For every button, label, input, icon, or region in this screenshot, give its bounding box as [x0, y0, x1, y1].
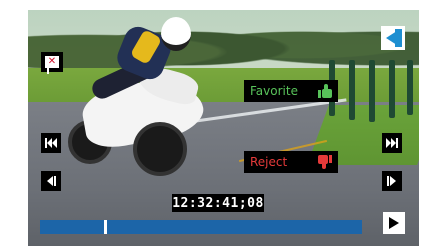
video-player: ✕ Favorite Reject 12:32:41;08 [28, 10, 419, 246]
skip-to-end-button[interactable] [382, 133, 402, 153]
timecode-display: 12:32:41;08 [172, 194, 264, 212]
play-button[interactable] [383, 212, 405, 234]
skip-to-start-button[interactable] [41, 133, 61, 153]
play-icon [389, 217, 399, 229]
rider-helmet [161, 17, 191, 51]
step-back-button[interactable] [41, 171, 61, 191]
thumbs-up-icon [318, 84, 332, 98]
step-forward-icon [387, 176, 396, 186]
thumbs-down-icon [318, 155, 332, 169]
back-button[interactable] [381, 26, 405, 50]
step-forward-button[interactable] [382, 171, 402, 191]
timeline-scrubber[interactable] [40, 220, 362, 234]
favorite-button[interactable]: Favorite [244, 80, 338, 102]
playhead[interactable] [104, 220, 107, 234]
unflag-button[interactable]: ✕ [41, 52, 63, 74]
motorbike-front-wheel [133, 122, 187, 176]
step-back-icon [47, 176, 56, 186]
back-chevron-bar [395, 29, 402, 47]
flag-x-icon: ✕ [45, 56, 59, 74]
reject-label: Reject [250, 155, 288, 169]
reject-button[interactable]: Reject [244, 151, 338, 173]
skip-to-end-icon [386, 138, 398, 148]
skip-to-start-icon [45, 138, 57, 148]
favorite-label: Favorite [250, 84, 298, 98]
